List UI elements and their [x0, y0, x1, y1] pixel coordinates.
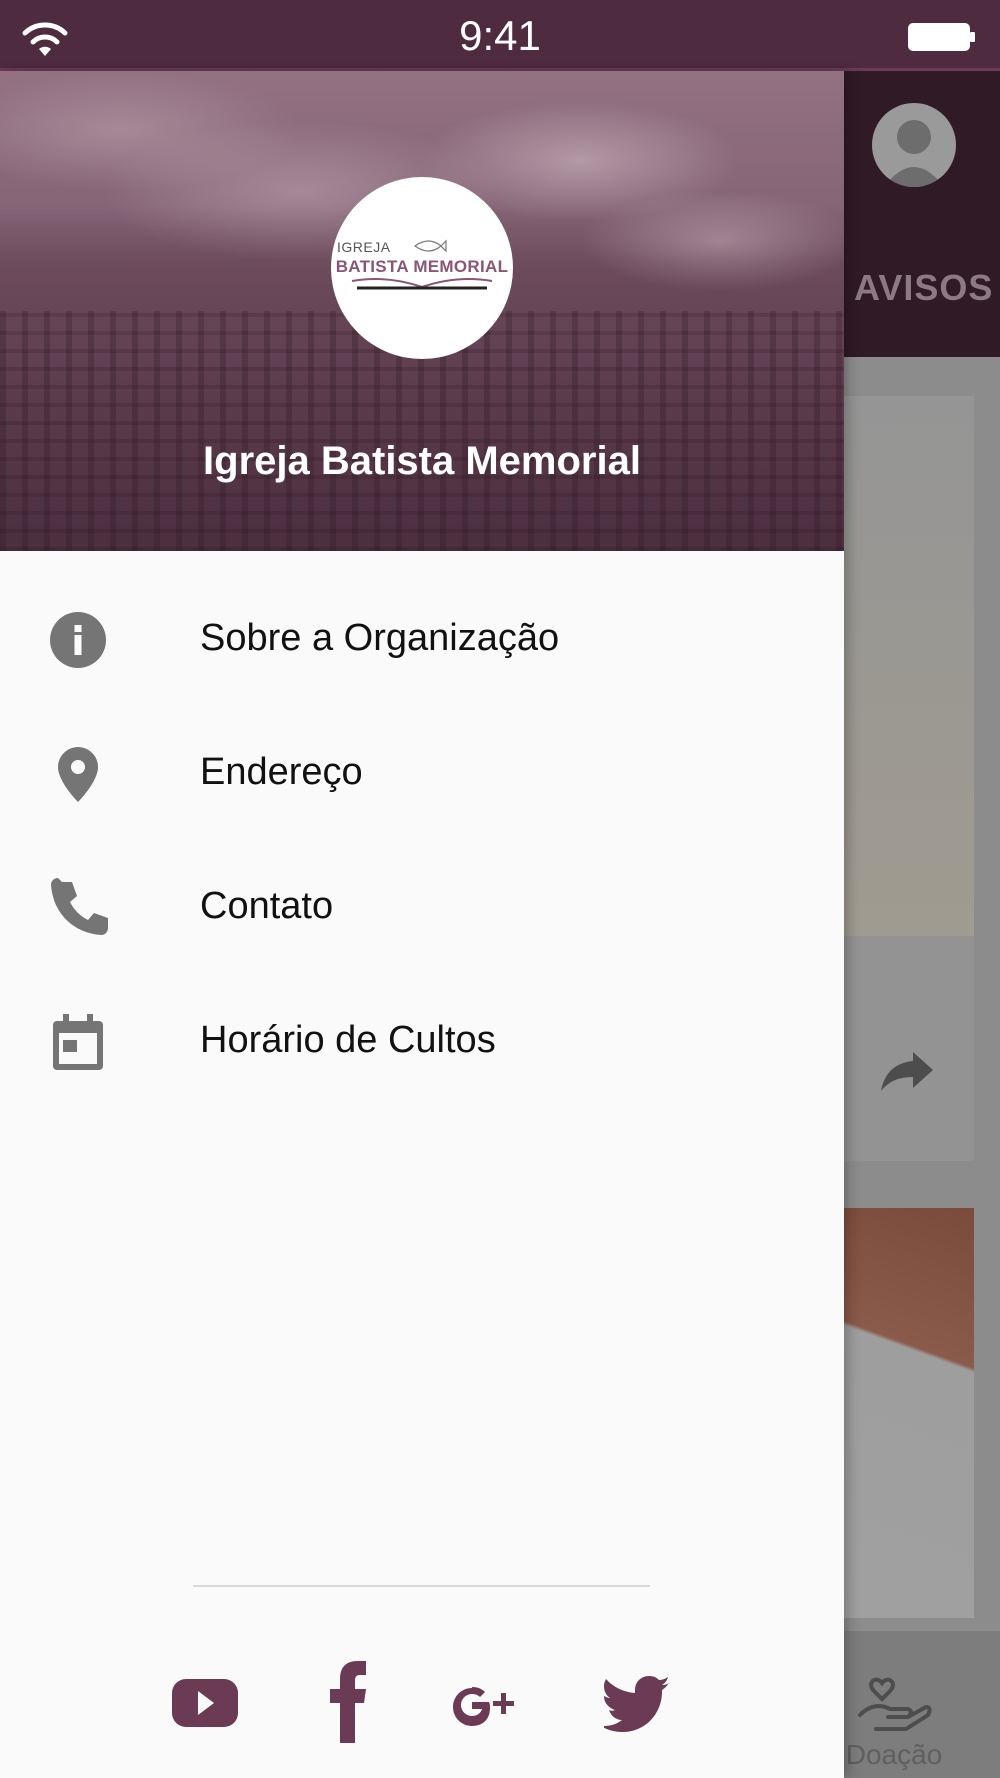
status-time: 9:41 — [459, 12, 541, 59]
donation-hand-icon[interactable] — [854, 1665, 934, 1735]
navigation-drawer: IGREJA BATISTA MEMORIAL Igreja Batista M… — [0, 71, 844, 1778]
facebook-icon[interactable] — [320, 1653, 370, 1753]
menu-item-label: Sobre a Organização — [200, 617, 560, 659]
menu-item-endereco[interactable]: Endereço — [0, 707, 844, 841]
drawer-menu: Sobre a Organização Endereço Contato Hor… — [0, 573, 844, 1109]
youtube-icon[interactable] — [170, 1653, 240, 1753]
card-image — [844, 396, 974, 936]
menu-item-label: Horário de Cultos — [200, 1019, 496, 1061]
calendar-icon — [53, 1014, 103, 1070]
fish-icon — [413, 239, 447, 253]
open-book-icon — [351, 278, 493, 290]
info-icon — [50, 612, 106, 668]
organization-logo: IGREJA BATISTA MEMORIAL — [331, 177, 513, 359]
menu-item-label: Endereço — [200, 751, 363, 793]
organization-name: Igreja Batista Memorial — [203, 439, 641, 483]
bottom-nav-donation-label[interactable]: Doação — [844, 1739, 944, 1771]
avatar[interactable] — [872, 103, 956, 187]
status-bar: 9:41 — [0, 0, 1000, 71]
menu-item-contato[interactable]: Contato — [0, 841, 844, 975]
phone-icon — [51, 878, 108, 935]
logo-big-text: BATISTA MEMORIAL — [335, 257, 509, 276]
menu-item-label: Contato — [200, 885, 334, 927]
background-app: AVISOS Doação — [844, 71, 1000, 1778]
user-avatar-icon — [884, 120, 944, 187]
drawer-header: IGREJA BATISTA MEMORIAL Igreja Batista M… — [0, 71, 844, 551]
background-header: AVISOS — [844, 71, 1000, 357]
menu-item-horario[interactable]: Horário de Cultos — [0, 975, 844, 1109]
background-card-image — [844, 1208, 974, 1618]
tab-avisos[interactable]: AVISOS — [854, 267, 993, 309]
google-plus-icon[interactable] — [448, 1653, 520, 1753]
twitter-icon[interactable] — [601, 1653, 672, 1753]
divider — [193, 1585, 650, 1587]
location-pin-icon — [58, 747, 98, 802]
menu-item-sobre[interactable]: Sobre a Organização — [0, 573, 844, 707]
battery-icon — [908, 23, 975, 51]
share-icon[interactable] — [879, 1046, 935, 1096]
